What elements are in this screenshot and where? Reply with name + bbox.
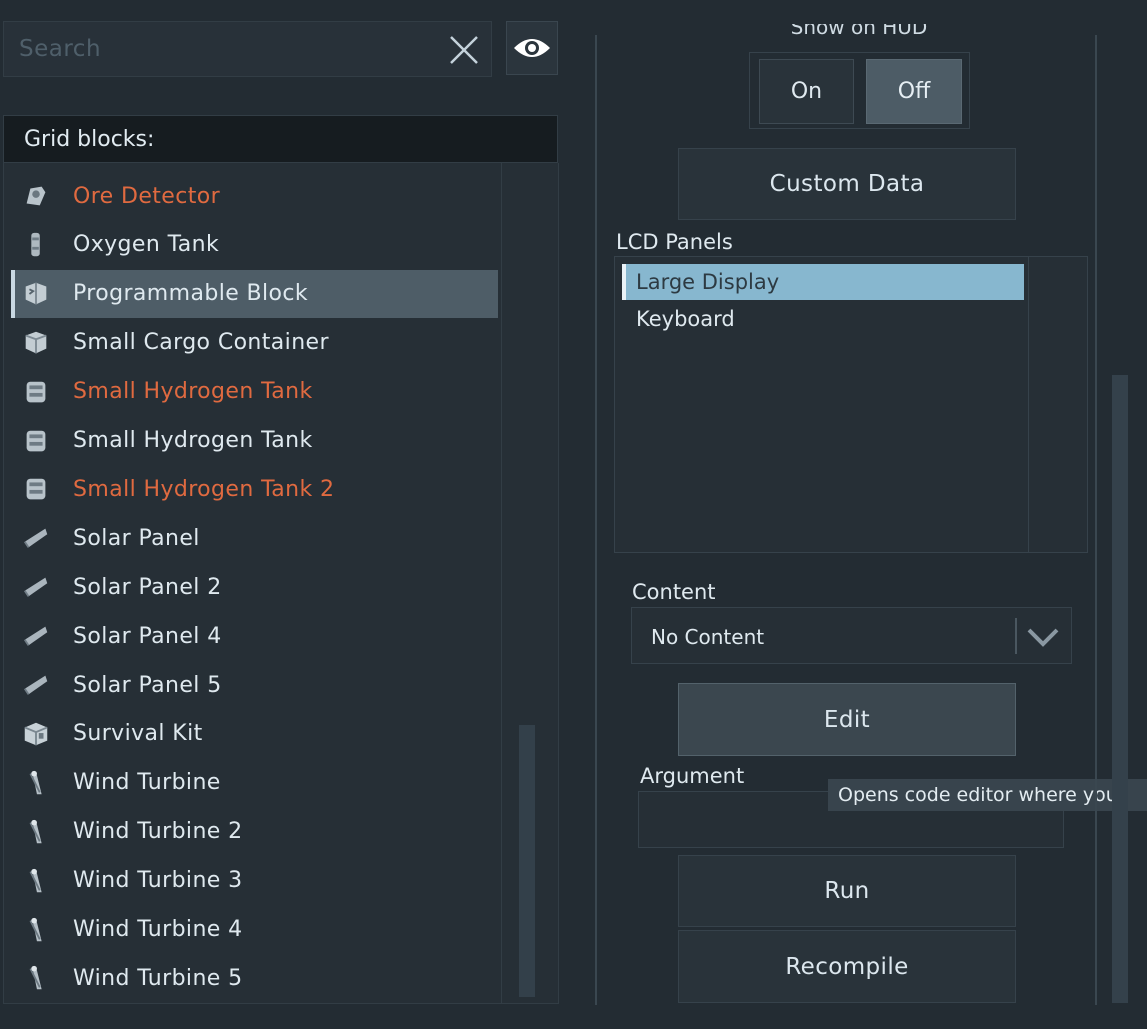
grid-block-label: Solar Panel 4 (73, 623, 222, 649)
grid-block-label: Solar Panel (73, 525, 200, 551)
wind-turbine-icon (21, 963, 51, 993)
content-label: Content (632, 580, 716, 604)
grid-block-label: Programmable Block (73, 281, 309, 307)
recompile-button[interactable]: Recompile (678, 930, 1016, 1003)
grid-block-item[interactable]: Wind Turbine 5 (11, 954, 498, 1002)
hud-off-button[interactable]: Off (866, 59, 962, 124)
panel-divider (595, 35, 597, 1005)
grid-block-label: Survival Kit (73, 721, 203, 747)
grid-blocks-header: Grid blocks: (3, 115, 558, 163)
toggle-visibility-button[interactable] (506, 21, 558, 75)
hydrogen-tank-icon (21, 426, 51, 456)
main-scrollbar-thumb[interactable] (1112, 375, 1128, 1003)
grid-block-item[interactable]: Wind Turbine 4 (11, 906, 498, 954)
run-button[interactable]: Run (678, 855, 1016, 927)
hud-on-button[interactable]: On (759, 59, 854, 124)
grid-block-item[interactable]: Solar Panel (11, 514, 498, 562)
lcd-panels-list: Large Display Keyboard (614, 256, 1088, 553)
solar-panel-icon (21, 670, 51, 700)
edit-button[interactable]: Edit (678, 683, 1016, 756)
grid-block-item[interactable]: Solar Panel 5 (11, 661, 498, 709)
solar-panel-icon (21, 523, 51, 553)
wind-turbine-icon (21, 768, 51, 798)
grid-block-label: Ore Detector (73, 183, 221, 209)
grid-block-item[interactable]: Wind Turbine 3 (11, 857, 498, 905)
lcd-panel-item[interactable]: Keyboard (622, 301, 1024, 337)
show-on-hud-label-text: Show on HUD (790, 24, 928, 39)
grid-block-label: Wind Turbine 4 (73, 917, 243, 942)
lcd-panel-item[interactable]: Large Display (622, 264, 1024, 300)
wind-turbine-icon (21, 866, 51, 896)
grid-block-item[interactable]: Programmable Block (11, 269, 498, 318)
grid-block-label: Wind Turbine 2 (73, 819, 243, 845)
survival-kit-icon (21, 719, 51, 749)
grid-block-item[interactable]: Solar Panel 4 (11, 612, 498, 660)
grid-block-item[interactable]: Small Hydrogen Tank 2 (11, 465, 498, 513)
programmable-block-icon (21, 279, 51, 309)
grid-block-item[interactable]: Small Hydrogen Tank (11, 417, 498, 465)
oxygen-tank-icon (21, 230, 51, 260)
grid-block-label: Small Hydrogen Tank (73, 428, 313, 453)
grid-block-item[interactable]: Oxygen Tank (11, 221, 498, 269)
grid-block-label: Wind Turbine (73, 770, 221, 796)
edit-tooltip: Opens code editor where you (828, 779, 1147, 811)
grid-block-item[interactable]: Solar Panel 2 (11, 563, 498, 611)
dropdown-separator (1015, 618, 1017, 654)
grid-blocks-scrollbar-thumb[interactable] (519, 725, 535, 997)
cargo-container-icon (21, 328, 51, 358)
grid-block-label: Oxygen Tank (73, 232, 220, 258)
grid-block-item[interactable]: Survival Kit (11, 710, 498, 758)
content-dropdown[interactable]: No Content (631, 607, 1072, 664)
lcd-panels-scrollbar[interactable] (1028, 257, 1087, 552)
grid-block-label: Solar Panel 5 (73, 672, 222, 698)
ore-detector-icon (21, 181, 51, 211)
close-icon[interactable] (446, 32, 482, 68)
grid-block-item[interactable]: Small Hydrogen Tank (11, 368, 498, 416)
search-input[interactable] (4, 22, 434, 76)
grid-block-label: Small Hydrogen Tank 2 (73, 476, 335, 502)
grid-blocks-scrollbar[interactable] (501, 163, 558, 1003)
lcd-panels-label: LCD Panels (616, 230, 733, 254)
show-on-hud-toggle: On Off (749, 52, 970, 129)
eye-icon (514, 39, 550, 57)
grid-block-label: Small Hydrogen Tank (73, 379, 313, 405)
right-divider (1095, 35, 1097, 1005)
grid-block-item[interactable]: Ore Detector (11, 172, 498, 220)
grid-block-item[interactable]: Small Cargo Container (11, 319, 498, 367)
grid-blocks-list: Ore Detector Oxygen Tank Programmable Bloc… (3, 163, 559, 1004)
wind-turbine-icon (21, 915, 51, 945)
solar-panel-icon (21, 621, 51, 651)
custom-data-button[interactable]: Custom Data (678, 148, 1016, 220)
search-box (3, 21, 492, 77)
grid-block-label: Small Cargo Container (73, 330, 329, 356)
show-on-hud-label: Show on HUD (748, 24, 970, 50)
solar-panel-icon (21, 572, 51, 602)
grid-block-item[interactable]: Wind Turbine 2 (11, 808, 498, 856)
grid-block-label: Solar Panel 2 (73, 574, 222, 600)
grid-block-item[interactable]: Wind Turbine (11, 759, 498, 807)
argument-label: Argument (640, 764, 745, 788)
grid-block-label: Wind Turbine 5 (73, 965, 243, 991)
content-dropdown-value: No Content (651, 625, 765, 649)
chevron-down-icon (1027, 628, 1059, 647)
grid-block-label: Wind Turbine 3 (73, 868, 243, 894)
wind-turbine-icon (21, 817, 51, 847)
hydrogen-tank-icon (21, 474, 51, 504)
hydrogen-tank-icon (21, 377, 51, 407)
